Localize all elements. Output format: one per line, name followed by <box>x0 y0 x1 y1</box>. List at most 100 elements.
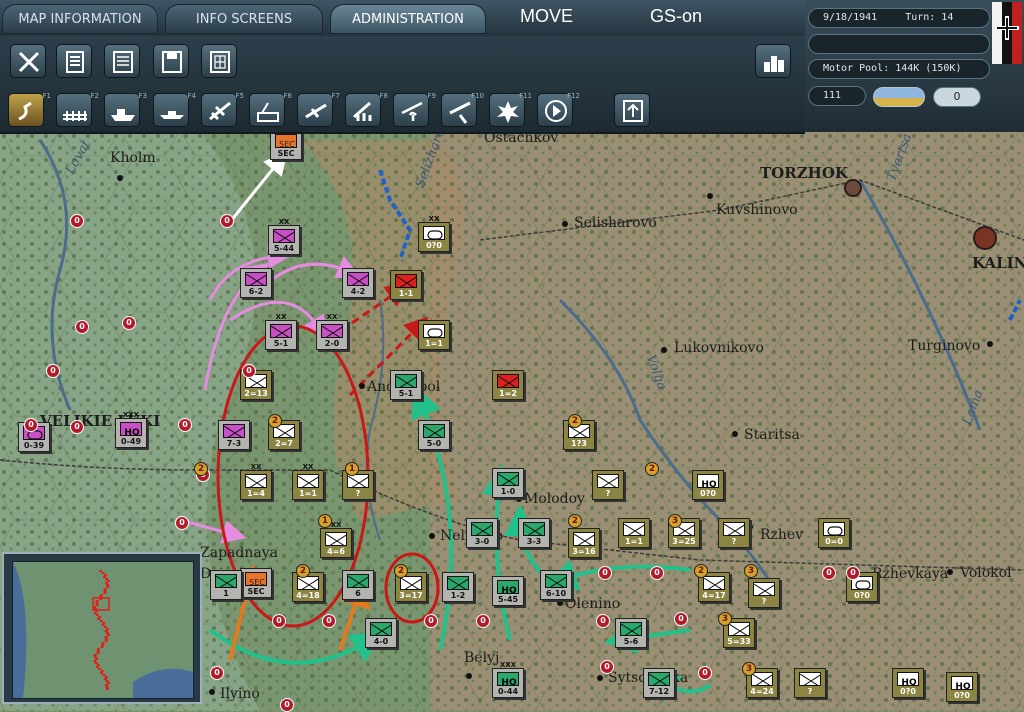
soviet-unit-counter[interactable]: 3-3 <box>518 518 550 548</box>
soviet-unit-counter[interactable]: 1-2 <box>442 572 474 602</box>
naval-move-button[interactable]: F4 <box>153 92 196 127</box>
soviet-unit-counter[interactable]: 1 <box>210 570 242 600</box>
soviet-unit-counter[interactable]: 1-0 <box>492 468 524 498</box>
minimap-front-dot <box>95 666 99 668</box>
german-unit-counter[interactable]: 4=18 <box>292 572 324 602</box>
victory-point-marker[interactable]: 0 <box>175 516 189 530</box>
interdiction-button[interactable]: F10 <box>441 92 484 127</box>
victory-point-marker[interactable]: 0 <box>600 660 614 674</box>
soviet-unit-counter[interactable]: 5-1 XX <box>265 313 297 350</box>
german-unit-counter[interactable]: HQ 0?0 <box>892 668 924 698</box>
soviet-unit-counter[interactable]: 5-44 XX <box>268 218 300 255</box>
victory-point-marker[interactable]: 0 <box>698 666 712 680</box>
victory-point-marker[interactable]: 0 <box>220 214 234 228</box>
soviet-unit-counter[interactable]: SEC SEC <box>240 568 272 598</box>
victory-point-marker[interactable]: 0 <box>210 666 224 680</box>
german-unit-counter[interactable]: 0?0 XX <box>418 215 450 252</box>
german-unit-counter[interactable]: HQ 0?0 <box>692 470 724 500</box>
stats-button[interactable] <box>755 44 791 78</box>
report-button[interactable] <box>104 44 140 78</box>
rail-mode-button[interactable]: F2 <box>56 92 99 127</box>
german-unit-counter[interactable]: 1=1 <box>418 320 450 350</box>
german-unit-counter[interactable]: ? <box>748 578 780 608</box>
move-mode-label[interactable]: MOVE <box>520 6 573 27</box>
german-unit-counter[interactable]: 3=16 <box>568 528 600 558</box>
victory-point-marker[interactable]: 0 <box>75 320 89 334</box>
end-phase-button[interactable]: F12 <box>537 92 580 127</box>
soviet-unit-counter[interactable]: 3-0 <box>466 518 498 548</box>
victory-point-marker[interactable]: 0 <box>272 614 286 628</box>
counter-badge[interactable]: 0 <box>933 87 981 107</box>
soviet-unit-counter[interactable]: HQ 0-44 XXX <box>492 661 524 698</box>
german-unit-counter[interactable]: ? <box>718 518 750 548</box>
german-unit-counter[interactable]: 1=1 <box>618 518 650 548</box>
victory-point-marker[interactable]: 0 <box>280 698 294 712</box>
soviet-unit-counter[interactable]: SEC SEC <box>270 130 302 160</box>
paradrop-button[interactable]: F9 <box>393 92 436 127</box>
naval-transport-button[interactable]: F3 <box>104 92 147 127</box>
victory-point-marker[interactable]: 0 <box>596 614 610 628</box>
air-attack-button[interactable]: F7 <box>297 92 340 127</box>
soviet-unit-counter[interactable]: HQ 5-45 <box>492 576 524 606</box>
move-mode-button[interactable]: F1 <box>8 92 51 127</box>
victory-point-marker[interactable]: 0 <box>424 614 438 628</box>
tab-map-information[interactable]: MAP INFORMATION <box>2 4 158 34</box>
strike-icon <box>353 101 372 121</box>
victory-point-marker[interactable]: 0 <box>476 614 490 628</box>
soviet-unit-counter[interactable]: 6 <box>342 570 374 600</box>
victory-point-marker[interactable]: 0 <box>650 566 664 580</box>
german-unit-counter[interactable]: ? <box>592 470 624 500</box>
victory-point-marker[interactable]: 0 <box>598 566 612 580</box>
german-unit-counter[interactable]: 1=4 XX <box>240 463 272 500</box>
german-unit-counter[interactable]: 1=1 XX <box>292 463 324 500</box>
german-unit-counter[interactable]: ? <box>794 668 826 698</box>
options-button[interactable] <box>201 44 237 78</box>
soviet-unit-counter[interactable]: 6-10 <box>540 570 572 600</box>
victory-point-marker[interactable]: 0 <box>70 420 84 434</box>
soviet-unit-counter[interactable]: 7-12 <box>643 668 675 698</box>
unit-strength: 6-2 <box>248 287 264 296</box>
save-button[interactable] <box>153 44 189 78</box>
unit-strength: ? <box>605 489 611 498</box>
close-button[interactable] <box>10 44 46 78</box>
tab-administration[interactable]: ADMINISTRATION <box>330 4 486 34</box>
air-transfer-button[interactable]: F6 <box>249 92 292 127</box>
upload-button[interactable] <box>614 93 650 127</box>
soviet-unit-counter[interactable]: HQ 0-49 XXX <box>115 411 147 448</box>
victory-point-marker[interactable]: 0 <box>322 614 336 628</box>
victory-point-marker[interactable]: 0 <box>674 612 688 626</box>
victory-point-marker[interactable]: 0 <box>822 566 836 580</box>
tab-info-screens[interactable]: INFO SCREENS <box>165 4 323 34</box>
victory-point-marker[interactable]: 0 <box>24 418 38 432</box>
victory-point-marker[interactable]: 0 <box>70 214 84 228</box>
soviet-unit-counter[interactable]: 7-3 <box>218 420 250 450</box>
ground-attack-button[interactable]: F8 <box>345 92 388 127</box>
nation-flag[interactable] <box>992 2 1022 64</box>
soviet-unit-counter[interactable]: 5-1 <box>390 370 422 400</box>
soviet-unit-counter[interactable]: 5-0 <box>418 420 450 450</box>
soviet-unit-counter[interactable]: 5-6 <box>615 618 647 648</box>
soviet-unit-counter[interactable]: 4-2 <box>342 268 374 298</box>
german-unit-counter[interactable]: HQ 0?0 <box>946 672 978 702</box>
victory-point-marker[interactable]: 0 <box>46 364 60 378</box>
fkey-label: F6 <box>283 92 292 100</box>
german-unit-counter[interactable]: 1-1 <box>390 270 422 300</box>
german-unit-counter[interactable]: 0=0 <box>818 518 850 548</box>
unit-list-button[interactable] <box>56 44 92 78</box>
minimap-view[interactable] <box>12 561 194 699</box>
unit-strength: 0-49 <box>120 437 142 446</box>
gs-toggle[interactable]: GS-on <box>650 6 702 27</box>
soviet-unit-counter[interactable]: 4-0 <box>365 618 397 648</box>
weather-indicator[interactable] <box>873 87 925 107</box>
soviet-unit-counter[interactable]: 2-0 XX <box>316 313 348 350</box>
soviet-unit-counter[interactable]: 6-2 <box>240 268 272 298</box>
german-unit-counter[interactable]: 1=2 <box>492 370 524 400</box>
minimap[interactable] <box>2 552 202 704</box>
victory-point-marker[interactable]: 0 <box>846 566 860 580</box>
victory-point-marker[interactable]: 0 <box>242 364 256 378</box>
combat-button[interactable]: F11 <box>489 92 532 127</box>
air-recon-button[interactable]: F5 <box>201 92 244 127</box>
german-unit-counter[interactable]: 4=6 XX <box>320 521 352 558</box>
victory-point-marker[interactable]: 0 <box>122 316 136 330</box>
victory-point-marker[interactable]: 0 <box>178 418 192 432</box>
